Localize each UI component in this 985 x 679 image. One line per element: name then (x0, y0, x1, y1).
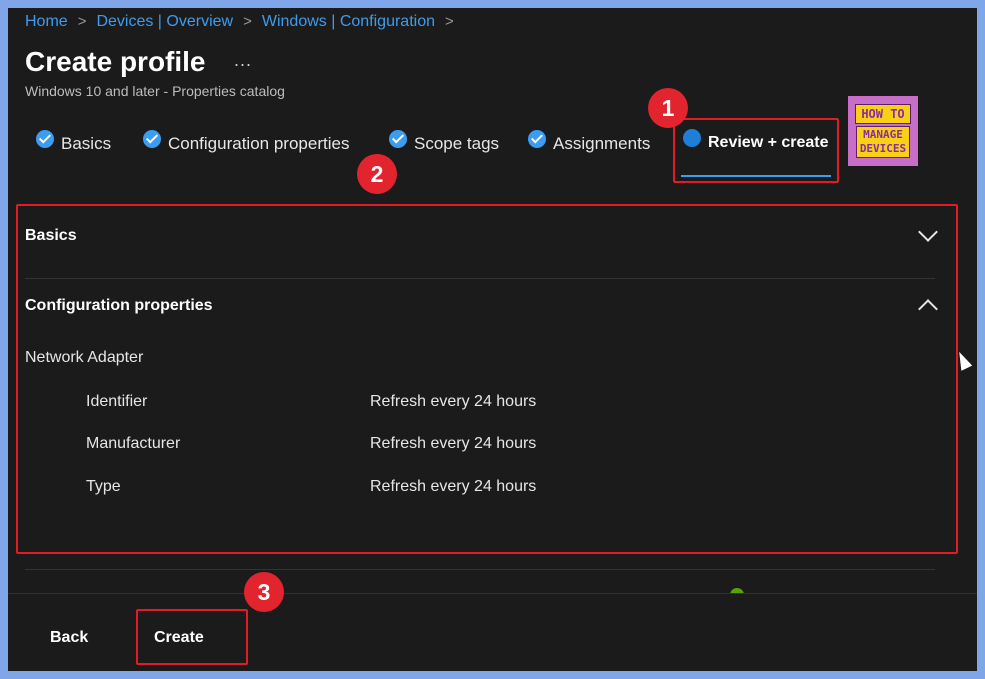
tab-label: Basics (61, 134, 112, 153)
chevron-right-icon: > (444, 13, 454, 30)
breadcrumb-home[interactable]: Home (25, 13, 68, 30)
check-circle-icon (36, 130, 54, 148)
back-button[interactable]: Back (50, 629, 88, 647)
tab-label: Assignments (553, 134, 651, 153)
page-subtitle: Windows 10 and later - Properties catalo… (25, 83, 285, 99)
annotation-badge-3: 3 (244, 572, 284, 612)
section-basics-title[interactable]: Basics (25, 227, 77, 245)
setting-label-type: Type (86, 478, 121, 495)
portal-frame: Home > Devices | Overview > Windows | Config… (8, 8, 977, 671)
annotation-box-review-tab (673, 118, 839, 183)
section-configuration-title[interactable]: Configuration properties (25, 297, 213, 315)
check-circle-icon (528, 130, 546, 148)
check-circle-icon (143, 130, 161, 148)
howto-manage-devices-logo: HOW TO MANAGE DEVICES (848, 96, 918, 166)
tab-label: Scope tags (414, 134, 500, 153)
annotation-box-review-sections (16, 204, 958, 554)
section-divider (25, 569, 935, 570)
annotation-badge-1: 1 (648, 88, 688, 128)
setting-value-type: Refresh every 24 hours (370, 478, 537, 495)
setting-label-manufacturer: Manufacturer (86, 435, 181, 452)
setting-value-identifier: Refresh every 24 hours (370, 393, 537, 410)
section-divider (25, 278, 935, 279)
tab-configuration-properties[interactable]: Configuration properties (143, 130, 350, 154)
logo-text-2: MANAGE DEVICES (855, 126, 911, 158)
check-circle-icon (389, 130, 407, 148)
annotation-box-create-button (136, 609, 248, 665)
network-adapter-heading: Network Adapter (25, 349, 144, 366)
page-title: Create profile (25, 46, 206, 77)
logo-text-1: HOW TO (855, 104, 911, 124)
tab-assignments[interactable]: Assignments (528, 130, 651, 154)
tab-scope-tags[interactable]: Scope tags (389, 130, 500, 154)
breadcrumb: Home > Devices | Overview > Windows | Config… (25, 13, 464, 31)
tab-label: Configuration properties (168, 134, 350, 153)
setting-label-identifier: Identifier (86, 393, 148, 410)
annotation-badge-2: 2 (357, 154, 397, 194)
breadcrumb-devices-overview[interactable]: Devices | Overview (96, 13, 233, 30)
chevron-right-icon: > (243, 13, 252, 30)
setting-value-manufacturer: Refresh every 24 hours (370, 435, 537, 452)
tab-basics[interactable]: Basics (36, 130, 112, 154)
more-options-icon[interactable]: ... (234, 50, 252, 71)
breadcrumb-windows-configuration[interactable]: Windows | Configuration (262, 13, 435, 30)
chevron-right-icon: > (77, 13, 87, 30)
